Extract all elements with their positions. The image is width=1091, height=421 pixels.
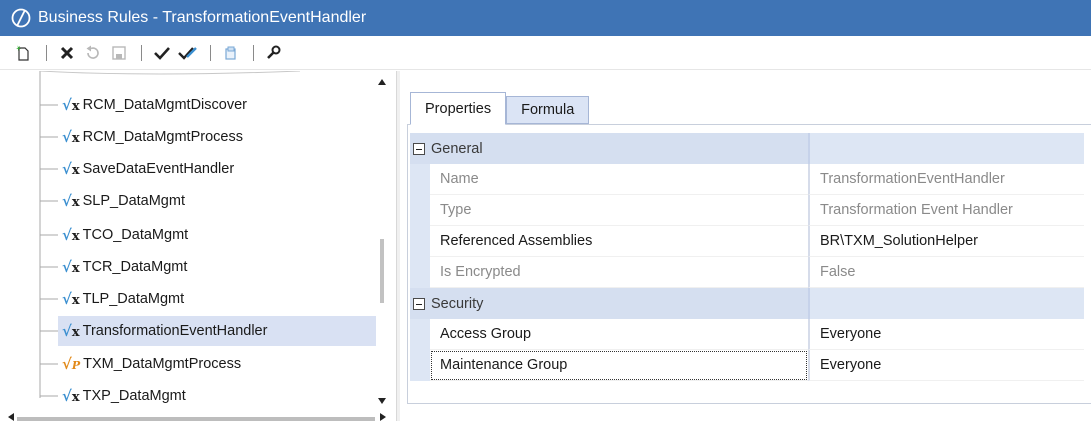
row-gutter (410, 164, 430, 195)
close-x-icon[interactable] (55, 41, 79, 65)
row-gutter (410, 350, 430, 381)
formula-icon: √ x (62, 387, 80, 405)
row-gutter (410, 257, 430, 288)
property-name: Maintenance Group (430, 350, 808, 381)
collapse-toggle-icon[interactable] (413, 297, 425, 310)
row-gutter (410, 319, 430, 350)
tree-vertical-scrollbar[interactable] (376, 71, 390, 421)
formula-orange-icon: √ P (62, 355, 81, 373)
property-value: False (808, 257, 1084, 288)
tree-item[interactable]: √ x TXP_DataMgmt (62, 381, 186, 411)
formula-icon: √ x (62, 290, 80, 308)
category-value-blank (808, 288, 1084, 319)
tree-item-label: TCO_DataMgmt (82, 227, 189, 243)
tree-item-label: SLP_DataMgmt (82, 193, 185, 209)
formula-icon: √ x (62, 258, 80, 276)
toolbar-separator (253, 44, 254, 61)
property-name: Type (430, 195, 808, 226)
tree-item-label: TransformationEventHandler (82, 323, 268, 339)
formula-icon: √ x (62, 96, 80, 114)
tree-item-selected[interactable]: √ x TransformationEventHandler (58, 316, 376, 346)
property-value-field[interactable]: BR\TXM_SolutionHelper (808, 226, 1084, 257)
property-row-referenced-assemblies[interactable]: Referenced Assemblies BR\TXM_SolutionHel… (410, 226, 1084, 257)
checkmark-icon[interactable] (150, 41, 174, 65)
tree-item-label: TXP_DataMgmt (82, 388, 186, 404)
tree-item[interactable]: √ x RCM_DataMgmtDiscover (62, 90, 247, 120)
wrench-icon[interactable] (262, 41, 286, 65)
copy-icon[interactable] (219, 41, 243, 65)
tree-item-label: SaveDataEventHandler (82, 161, 235, 177)
tree-item[interactable]: √ x TCR_DataMgmt (62, 252, 187, 282)
property-value-field[interactable]: Everyone (808, 350, 1084, 381)
save-icon[interactable] (107, 41, 131, 65)
property-row-is-encrypted: Is Encrypted False (410, 257, 1084, 288)
category-value-blank (808, 133, 1084, 164)
category-label: Security (431, 295, 484, 312)
tab-strip: Properties Formula (410, 92, 590, 125)
category-security[interactable]: Security (410, 288, 1084, 319)
formula-icon: √ x (62, 192, 80, 210)
tree-item[interactable]: √ x SLP_DataMgmt (62, 186, 185, 216)
rule-details-pane: Properties Formula General Name Transfor… (400, 71, 1091, 421)
tree-item-label: TLP_DataMgmt (82, 291, 185, 307)
collapse-toggle-icon[interactable] (413, 142, 425, 155)
row-gutter (410, 226, 430, 257)
formula-icon: √ x (62, 322, 80, 340)
category-label: General (431, 140, 483, 157)
property-row-type: Type Transformation Event Handler (410, 195, 1084, 226)
toolbar-separator (210, 44, 211, 61)
tree-item[interactable]: √ x SaveDataEventHandler (62, 154, 234, 184)
new-document-icon[interactable] (12, 41, 36, 65)
scroll-left-arrow-icon[interactable] (8, 413, 14, 421)
property-value-field[interactable]: Everyone (808, 319, 1084, 350)
title-bar: Business Rules - TransformationEventHand… (0, 0, 1091, 36)
formula-icon: √ x (62, 226, 80, 244)
property-name: Name (430, 164, 808, 195)
tree-item-label: RCM_DataMgmtProcess (82, 129, 243, 145)
double-checkmark-icon[interactable] (176, 41, 200, 65)
property-row-maintenance-group[interactable]: Maintenance Group Everyone (410, 350, 1084, 381)
scroll-down-arrow-icon[interactable] (378, 398, 386, 404)
tab-formula[interactable]: Formula (506, 96, 590, 124)
formula-icon: √ x (62, 128, 80, 146)
property-row-name: Name TransformationEventHandler (410, 164, 1084, 195)
onestream-logo-icon (8, 5, 34, 31)
business-rules-tree: √ x RCM_DataMgmtDiscover √ x RCM_DataMgmtP… (0, 71, 396, 421)
scroll-thumb[interactable] (380, 239, 384, 303)
property-value: TransformationEventHandler (808, 164, 1084, 195)
tree-item[interactable]: √ x RCM_DataMgmtProcess (62, 122, 243, 152)
tree-item-label: TXM_DataMgmtProcess (83, 356, 242, 372)
tree-item[interactable]: √ x TCO_DataMgmt (62, 220, 188, 250)
scroll-up-arrow-icon[interactable] (378, 79, 386, 85)
toolbar (0, 36, 1091, 70)
toolbar-separator (141, 44, 142, 61)
row-gutter (410, 195, 430, 226)
tree-item[interactable]: √ P TXM_DataMgmtProcess (62, 349, 241, 379)
undo-icon[interactable] (81, 41, 105, 65)
tab-properties[interactable]: Properties (410, 92, 507, 125)
scroll-right-arrow-icon[interactable] (380, 413, 386, 421)
property-row-access-group[interactable]: Access Group Everyone (410, 319, 1084, 350)
tree-item-label: RCM_DataMgmtDiscover (82, 97, 247, 113)
formula-icon: √ x (62, 160, 80, 178)
tree-item-label: TCR_DataMgmt (82, 259, 188, 275)
property-name: Referenced Assemblies (430, 226, 808, 257)
category-general[interactable]: General (410, 133, 1084, 164)
property-value: Transformation Event Handler (808, 195, 1084, 226)
tree-item[interactable]: √ x TLP_DataMgmt (62, 284, 184, 314)
window-title: Business Rules - TransformationEventHand… (38, 9, 367, 26)
scroll-thumb[interactable] (17, 417, 375, 421)
property-name: Access Group (430, 319, 808, 350)
tree-horizontal-scrollbar[interactable] (0, 412, 396, 421)
toolbar-separator (46, 44, 47, 61)
property-name: Is Encrypted (430, 257, 808, 288)
